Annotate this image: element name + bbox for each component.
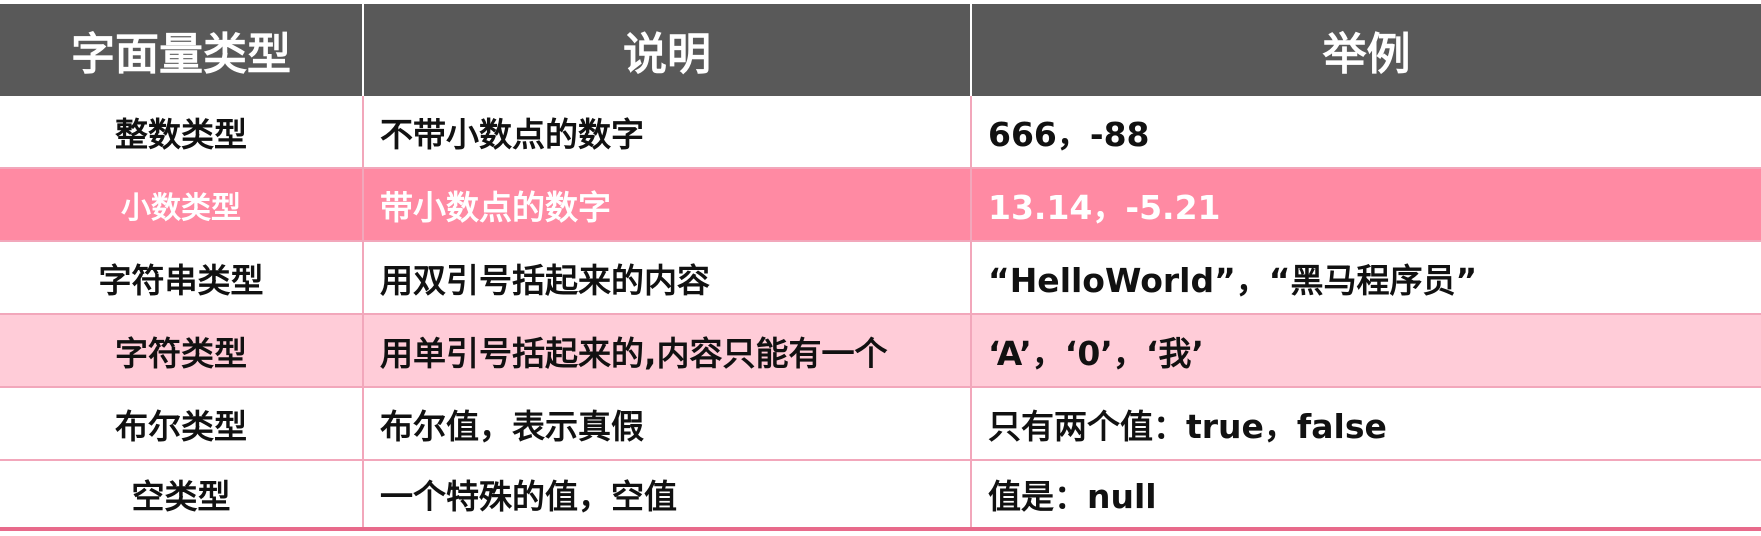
type-cell: 整数类型 (115, 114, 247, 154)
table-row: 小数类型 带小数点的数字 13.14，-5.21 (0, 169, 1761, 242)
example-cell: 666，-88 (970, 96, 1761, 167)
example-cell: 只有两个值：true，false (970, 388, 1761, 459)
type-cell: 小数类型 (121, 190, 241, 226)
description-cell: 用单引号括起来的,内容只能有一个 (362, 315, 970, 386)
literal-types-table: 字面量类型 说明 举例 整数类型 不带小数点的数字 666，-88 小数类型 带… (0, 0, 1761, 536)
table-row: 字符类型 用单引号括起来的,内容只能有一个 ‘A’，‘0’，‘我’ (0, 315, 1761, 388)
type-cell: 空类型 (131, 477, 231, 516)
header-example: 举例 (970, 4, 1761, 96)
example-cell: “HelloWorld”，“黑马程序员” (970, 242, 1761, 313)
header-type: 字面量类型 (71, 29, 291, 80)
type-cell: 字符类型 (115, 333, 247, 373)
table-row: 整数类型 不带小数点的数字 666，-88 (0, 96, 1761, 169)
example-cell: ‘A’，‘0’，‘我’ (970, 315, 1761, 386)
table-row: 空类型 一个特殊的值，空值 值是：null (0, 461, 1761, 531)
example-cell: 值是：null (970, 461, 1761, 527)
description-cell: 用双引号括起来的内容 (362, 242, 970, 313)
description-cell: 布尔值，表示真假 (362, 388, 970, 459)
table-header-row: 字面量类型 说明 举例 (0, 0, 1761, 96)
type-cell: 字符串类型 (98, 260, 264, 300)
description-cell: 不带小数点的数字 (362, 96, 970, 167)
table-row: 布尔类型 布尔值，表示真假 只有两个值：true，false (0, 388, 1761, 461)
description-cell: 一个特殊的值，空值 (362, 461, 970, 527)
example-cell: 13.14，-5.21 (970, 169, 1761, 240)
description-cell: 带小数点的数字 (362, 169, 970, 240)
type-cell: 布尔类型 (115, 406, 247, 446)
table-row: 字符串类型 用双引号括起来的内容 “HelloWorld”，“黑马程序员” (0, 242, 1761, 315)
header-description: 说明 (362, 4, 970, 96)
